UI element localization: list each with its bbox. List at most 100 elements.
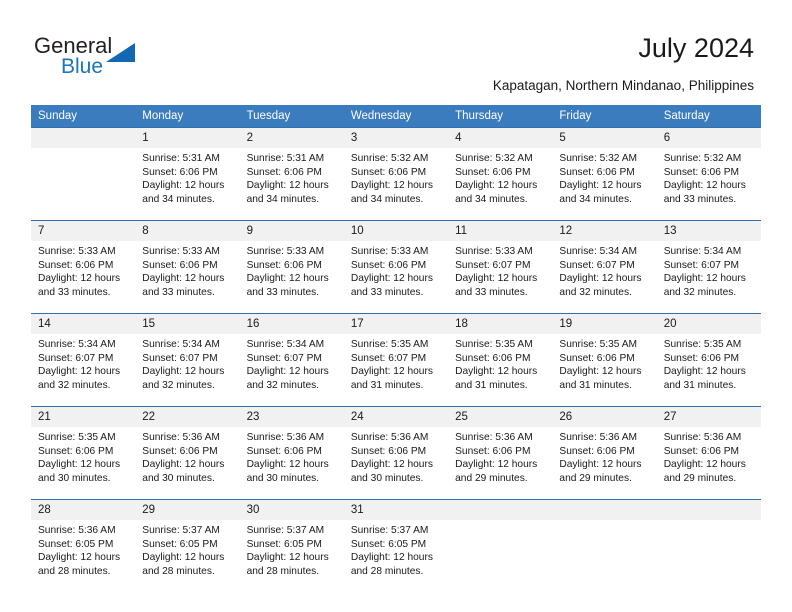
day-sunrise-text: Sunrise: 5:32 AM xyxy=(663,153,742,164)
day-sunset-text: Sunset: 6:07 PM xyxy=(455,259,531,271)
day-sunset-text: Sunset: 6:06 PM xyxy=(455,352,531,364)
calendar-page: General Blue July 2024 Kapatagan, Northe… xyxy=(0,0,792,612)
calendar-day-cell[interactable]: 10 Sunrise: 5:33 AM Sunset: 6:06 PM Dayligh… xyxy=(343,220,449,314)
day-number: 8 xyxy=(135,221,240,241)
day-sunset-text: Sunset: 6:05 PM xyxy=(350,538,427,550)
calendar-day-cell[interactable]: 21 Sunrise: 5:35 AM Sunset: 6:06 PM Dayligh… xyxy=(31,406,136,500)
calendar-day-cell[interactable]: 6 Sunrise: 5:32 AM Sunset: 6:06 PM Daylight… xyxy=(656,127,761,221)
day-daylight-line1-text: Daylight: 12 hours xyxy=(559,459,642,471)
calendar-day-cell[interactable]: 17 Sunrise: 5:35 AM Sunset: 6:07 PM Dayligh… xyxy=(343,313,449,407)
weekday-header-sunday: Sunday xyxy=(31,105,136,128)
day-sunrise-text: Sunrise: 5:31 AM xyxy=(246,153,325,164)
calendar-day-cell[interactable]: 19 Sunrise: 5:35 AM Sunset: 6:06 PM Dayligh… xyxy=(552,313,657,407)
day-daylight-line1-text: Daylight: 12 hours xyxy=(142,366,225,378)
day-details: Sunrise: 5:35 AM Sunset: 6:06 PM Daylight:… xyxy=(552,334,656,406)
day-sunrise-text: Sunrise: 5:33 AM xyxy=(38,246,116,257)
calendar-day-cell[interactable]: 13 Sunrise: 5:34 AM Sunset: 6:07 PM Dayligh… xyxy=(656,220,761,314)
day-daylight-line1-text: Daylight: 12 hours xyxy=(142,180,225,192)
calendar-day-cell[interactable]: 30 Sunrise: 5:37 AM Sunset: 6:05 PM Dayligh… xyxy=(239,499,344,592)
day-sunset-text: Sunset: 6:07 PM xyxy=(350,352,427,364)
day-sunset-text: Sunset: 6:07 PM xyxy=(38,352,114,364)
day-number: 30 xyxy=(239,500,344,520)
day-sunset-text: Sunset: 6:06 PM xyxy=(350,259,427,271)
calendar-header-row: Sunday Monday Tuesday Wednesday Thursday… xyxy=(31,105,761,128)
day-daylight-line2-text: and 34 minutes. xyxy=(350,193,424,205)
calendar-empty-cell xyxy=(656,499,761,592)
day-details xyxy=(448,520,552,592)
calendar-day-cell[interactable]: 23 Sunrise: 5:36 AM Sunset: 6:06 PM Dayligh… xyxy=(239,406,344,500)
day-sunrise-text: Sunrise: 5:35 AM xyxy=(38,432,116,443)
weekday-header-monday: Monday xyxy=(135,105,240,128)
day-sunset-text: Sunset: 6:07 PM xyxy=(142,352,218,364)
calendar-day-cell[interactable]: 18 Sunrise: 5:35 AM Sunset: 6:06 PM Dayligh… xyxy=(448,313,553,407)
day-details: Sunrise: 5:36 AM Sunset: 6:06 PM Daylight:… xyxy=(344,427,448,499)
day-sunrise-text: Sunrise: 5:37 AM xyxy=(142,525,220,536)
day-daylight-line1-text: Daylight: 12 hours xyxy=(663,366,746,378)
calendar-day-cell[interactable]: 24 Sunrise: 5:36 AM Sunset: 6:06 PM Dayligh… xyxy=(343,406,449,500)
day-daylight-line2-text: and 32 minutes. xyxy=(663,286,737,298)
day-sunset-text: Sunset: 6:05 PM xyxy=(38,538,114,550)
calendar-day-cell[interactable]: 20 Sunrise: 5:35 AM Sunset: 6:06 PM Dayligh… xyxy=(656,313,761,407)
calendar-day-cell[interactable]: 4 Sunrise: 5:32 AM Sunset: 6:06 PM Daylight… xyxy=(448,127,553,221)
day-details: Sunrise: 5:36 AM Sunset: 6:06 PM Daylight:… xyxy=(657,427,761,499)
calendar-day-cell[interactable]: 2 Sunrise: 5:31 AM Sunset: 6:06 PM Daylight… xyxy=(239,127,344,221)
calendar-day-cell[interactable]: 22 Sunrise: 5:36 AM Sunset: 6:06 PM Dayligh… xyxy=(135,406,240,500)
calendar-day-cell[interactable]: 12 Sunrise: 5:34 AM Sunset: 6:07 PM Dayligh… xyxy=(552,220,657,314)
day-sunrise-text: Sunrise: 5:36 AM xyxy=(142,432,220,443)
day-daylight-line1-text: Daylight: 12 hours xyxy=(663,180,746,192)
calendar-day-cell[interactable]: 11 Sunrise: 5:33 AM Sunset: 6:07 PM Dayligh… xyxy=(448,220,553,314)
day-daylight-line1-text: Daylight: 12 hours xyxy=(38,273,121,285)
day-daylight-line2-text: and 34 minutes. xyxy=(559,193,632,205)
day-number: 27 xyxy=(656,407,761,427)
day-daylight-line1-text: Daylight: 12 hours xyxy=(350,366,433,378)
calendar-empty-cell xyxy=(448,499,553,592)
day-sunrise-text: Sunrise: 5:32 AM xyxy=(350,153,429,164)
day-number: 26 xyxy=(552,407,657,427)
calendar-day-cell[interactable]: 14 Sunrise: 5:34 AM Sunset: 6:07 PM Dayligh… xyxy=(31,313,136,407)
day-sunset-text: Sunset: 6:06 PM xyxy=(455,445,531,457)
calendar-empty-cell xyxy=(31,127,136,221)
calendar-day-cell[interactable]: 27 Sunrise: 5:36 AM Sunset: 6:06 PM Dayligh… xyxy=(656,406,761,500)
day-sunrise-text: Sunrise: 5:32 AM xyxy=(455,153,533,164)
calendar-day-cell[interactable]: 3 Sunrise: 5:32 AM Sunset: 6:06 PM Daylight… xyxy=(343,127,449,221)
day-details: Sunrise: 5:36 AM Sunset: 6:05 PM Daylight:… xyxy=(31,520,135,592)
calendar-day-cell[interactable]: 26 Sunrise: 5:36 AM Sunset: 6:06 PM Dayligh… xyxy=(552,406,657,500)
calendar-day-cell[interactable]: 28 Sunrise: 5:36 AM Sunset: 6:05 PM Dayligh… xyxy=(31,499,136,592)
day-daylight-line2-text: and 28 minutes. xyxy=(246,565,320,577)
calendar-day-cell[interactable]: 29 Sunrise: 5:37 AM Sunset: 6:05 PM Dayligh… xyxy=(135,499,240,592)
weekday-header-wednesday: Wednesday xyxy=(343,105,449,128)
calendar-empty-cell xyxy=(552,499,657,592)
calendar-day-cell[interactable]: 7 Sunrise: 5:33 AM Sunset: 6:06 PM Daylight… xyxy=(31,220,136,314)
day-sunset-text: Sunset: 6:06 PM xyxy=(559,166,635,178)
day-daylight-line1-text: Daylight: 12 hours xyxy=(246,180,329,192)
day-daylight-line2-text: and 32 minutes. xyxy=(559,286,632,298)
page-header: General Blue July 2024 Kapatagan, Northe… xyxy=(0,0,792,100)
day-daylight-line1-text: Daylight: 12 hours xyxy=(663,273,746,285)
day-daylight-line2-text: and 32 minutes. xyxy=(142,379,215,391)
day-sunrise-text: Sunrise: 5:34 AM xyxy=(142,339,220,350)
day-daylight-line1-text: Daylight: 12 hours xyxy=(246,459,329,471)
day-daylight-line1-text: Daylight: 12 hours xyxy=(455,180,538,192)
day-sunset-text: Sunset: 6:06 PM xyxy=(663,445,740,457)
calendar-day-cell[interactable]: 16 Sunrise: 5:34 AM Sunset: 6:07 PM Dayligh… xyxy=(239,313,344,407)
day-daylight-line2-text: and 30 minutes. xyxy=(142,472,215,484)
day-details: Sunrise: 5:34 AM Sunset: 6:07 PM Daylight:… xyxy=(135,334,239,406)
day-details: Sunrise: 5:34 AM Sunset: 6:07 PM Daylight:… xyxy=(552,241,656,313)
day-sunset-text: Sunset: 6:06 PM xyxy=(142,259,218,271)
day-number: 29 xyxy=(135,500,240,520)
weekday-header-friday: Friday xyxy=(552,105,657,128)
calendar-day-cell[interactable]: 5 Sunrise: 5:32 AM Sunset: 6:06 PM Daylight… xyxy=(552,127,657,221)
day-daylight-line2-text: and 31 minutes. xyxy=(350,379,424,391)
day-number: 5 xyxy=(552,128,657,148)
calendar-day-cell[interactable]: 25 Sunrise: 5:36 AM Sunset: 6:06 PM Dayligh… xyxy=(448,406,553,500)
calendar-week-row: 28 Sunrise: 5:36 AM Sunset: 6:05 PM Dayligh… xyxy=(31,499,761,592)
calendar-day-cell[interactable]: 15 Sunrise: 5:34 AM Sunset: 6:07 PM Dayligh… xyxy=(135,313,240,407)
day-sunrise-text: Sunrise: 5:36 AM xyxy=(38,525,116,536)
day-details: Sunrise: 5:35 AM Sunset: 6:06 PM Daylight:… xyxy=(31,427,135,499)
calendar-day-cell[interactable]: 1 Sunrise: 5:31 AM Sunset: 6:06 PM Daylight… xyxy=(135,127,240,221)
calendar-day-cell[interactable]: 8 Sunrise: 5:33 AM Sunset: 6:06 PM Daylight… xyxy=(135,220,240,314)
day-sunset-text: Sunset: 6:07 PM xyxy=(246,352,322,364)
calendar-day-cell[interactable]: 9 Sunrise: 5:33 AM Sunset: 6:06 PM Daylight… xyxy=(239,220,344,314)
day-daylight-line2-text: and 29 minutes. xyxy=(663,472,737,484)
calendar-day-cell[interactable]: 31 Sunrise: 5:37 AM Sunset: 6:05 PM Dayligh… xyxy=(343,499,449,592)
